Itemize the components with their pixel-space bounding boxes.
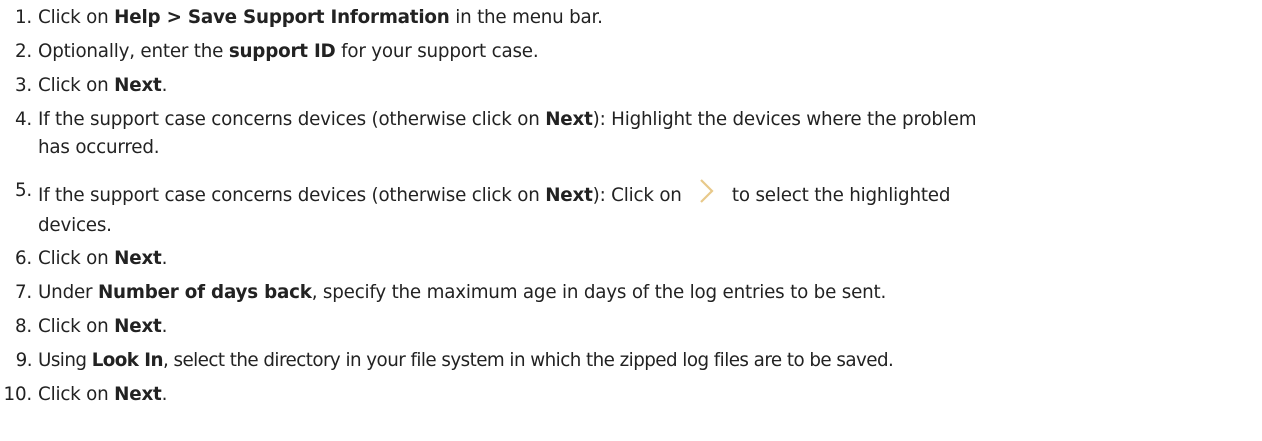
step-text: Click on — [38, 384, 115, 405]
step-number: 4. — [14, 109, 32, 130]
step-number: 10. — [3, 384, 33, 405]
step-number: 1. — [14, 7, 32, 28]
button-name: Next — [114, 384, 162, 405]
step-text: Under — [38, 282, 98, 303]
step-number: 8. — [14, 316, 32, 337]
step-text: Click on — [38, 316, 115, 337]
step-text: , select the directory in your file syst… — [162, 350, 894, 371]
menu-path: Help > Save Support Information — [114, 7, 450, 28]
step-text: ): Click on — [592, 185, 688, 206]
step-7: 7. Under Number of days back, specify th… — [0, 279, 1262, 307]
step-text: in the menu bar. — [449, 7, 603, 28]
button-name: Next — [114, 316, 162, 337]
button-name: Next — [545, 109, 593, 130]
step-text: If the support case concerns devices (ot… — [38, 109, 546, 130]
step-5: 5. If the support case concerns devices … — [0, 176, 958, 241]
step-text: . — [161, 75, 168, 96]
step-4: 4. If the support case concerns devices … — [0, 106, 998, 162]
step-text: . — [161, 384, 168, 405]
step-number: 5. — [14, 180, 32, 201]
chevron-right-icon — [691, 176, 721, 206]
step-text: , specify the maximum age in days of the… — [311, 282, 887, 303]
field-name: support ID — [228, 41, 336, 62]
step-number: 3. — [14, 75, 32, 96]
step-text: If the support case concerns devices (ot… — [38, 185, 546, 206]
step-1: 1. Click on Help > Save Support Informat… — [0, 4, 1262, 32]
step-9: 9. Using Look In, select the directory i… — [0, 347, 1262, 375]
step-6: 6. Click on Next. — [0, 245, 1262, 273]
field-name: Number of days back — [97, 282, 312, 303]
step-text: . — [161, 248, 168, 269]
step-2: 2. Optionally, enter the support ID for … — [0, 38, 1262, 66]
field-name: Look In — [91, 350, 164, 371]
step-3: 3. Click on Next. — [0, 72, 1262, 100]
step-number: 7. — [14, 282, 32, 303]
button-name: Next — [545, 185, 593, 206]
step-number: 9. — [15, 350, 33, 371]
step-text: Using — [38, 350, 92, 371]
button-name: Next — [114, 248, 162, 269]
step-text: for your support case. — [335, 41, 539, 62]
step-10: 10. Click on Next. — [0, 381, 1262, 409]
step-number: 6. — [14, 248, 32, 269]
step-text: . — [161, 316, 168, 337]
step-text: Click on — [38, 248, 115, 269]
button-name: Next — [114, 75, 162, 96]
step-8: 8. Click on Next. — [0, 313, 1262, 341]
step-text: Click on — [38, 75, 115, 96]
step-text: Click on — [38, 7, 115, 28]
step-text: Optionally, enter the — [38, 41, 229, 62]
step-number: 2. — [14, 41, 32, 62]
